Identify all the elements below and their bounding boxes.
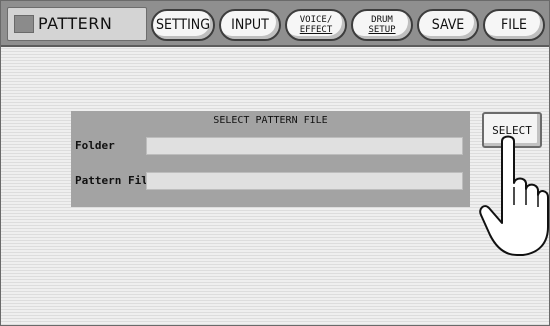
tab-input-label: INPUT	[231, 17, 269, 33]
tab-voice-effect-line1: VOICE/	[299, 15, 333, 25]
display-screen: PATTERN SETTING INPUT VOICE/ EFFECT DRUM…	[0, 0, 550, 326]
page-title-box: PATTERN	[7, 7, 147, 41]
pattern-file-field	[146, 172, 463, 190]
tab-setting-label: SETTING	[156, 17, 210, 33]
tab-drum-setup-line2: SETUP	[368, 25, 396, 35]
tab-save[interactable]: SAVE	[417, 9, 479, 41]
folder-field	[146, 137, 463, 155]
tab-save-label: SAVE	[431, 17, 465, 33]
page-icon	[14, 15, 34, 33]
pattern-file-label: Pattern File	[75, 174, 155, 187]
folder-label: Folder	[75, 139, 115, 152]
tab-voice-effect[interactable]: VOICE/ EFFECT	[285, 9, 347, 41]
tab-drum-setup[interactable]: DRUM SETUP	[351, 9, 413, 41]
tab-setting[interactable]: SETTING	[151, 9, 215, 41]
tab-input[interactable]: INPUT	[219, 9, 281, 41]
tab-drum-setup-line1: DRUM	[371, 15, 393, 25]
pointing-hand-icon	[479, 135, 549, 256]
tab-file-label: FILE	[501, 17, 527, 33]
panel-title: SELECT PATTERN FILE	[213, 115, 328, 126]
tab-voice-effect-line2: EFFECT	[299, 25, 333, 35]
page-title: PATTERN	[38, 14, 113, 33]
select-pattern-file-panel: SELECT PATTERN FILE Folder Pattern File	[71, 111, 470, 207]
tab-file[interactable]: FILE	[483, 9, 545, 41]
header-bar: PATTERN SETTING INPUT VOICE/ EFFECT DRUM…	[1, 1, 549, 47]
